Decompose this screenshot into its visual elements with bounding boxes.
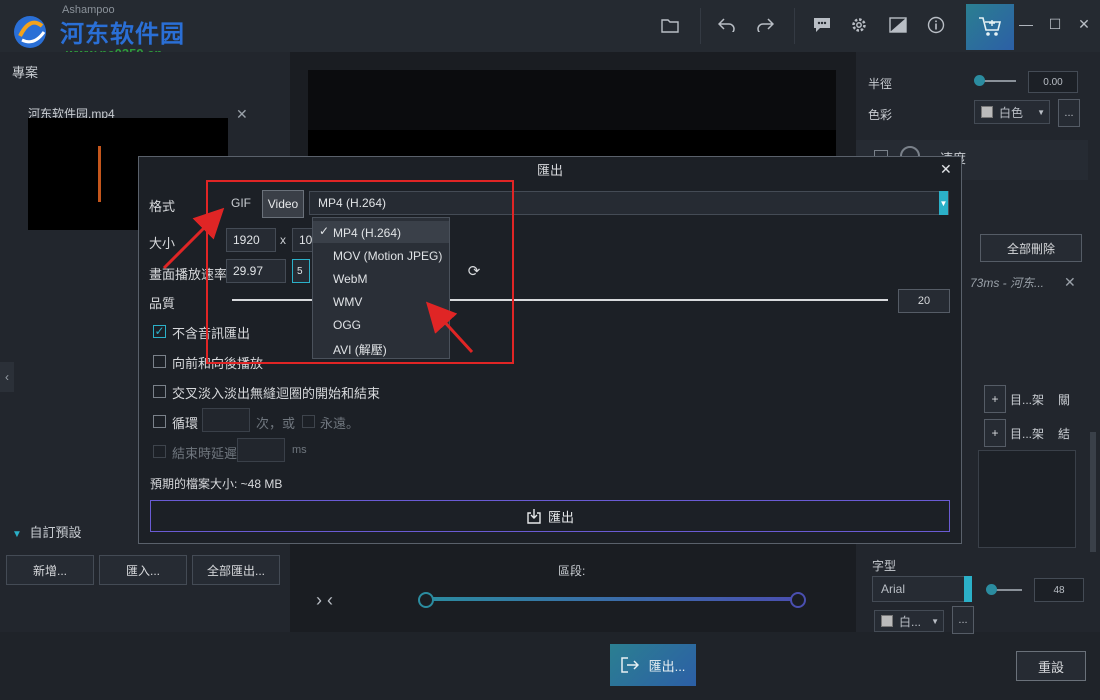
new-preset-button[interactable]: 新增...: [6, 555, 94, 585]
color-more-button[interactable]: ...: [1058, 99, 1080, 127]
clip-close-icon[interactable]: ✕: [236, 106, 248, 123]
export-button-label: 匯出: [547, 509, 574, 525]
annotation-highlight-box: [206, 180, 514, 364]
cart-icon[interactable]: [966, 4, 1014, 50]
radius-label: 半徑: [868, 77, 893, 91]
export-all-presets-button[interactable]: 全部匯出...: [192, 555, 280, 585]
forever-checkbox[interactable]: [302, 415, 315, 428]
toolbar-divider: [794, 8, 795, 44]
info-icon[interactable]: [923, 12, 949, 38]
main-export-button[interactable]: 匯出...: [610, 644, 696, 686]
radius-slider-knob[interactable]: [974, 75, 985, 86]
color-value: 白色: [999, 105, 1024, 120]
app-logo-icon: [14, 16, 46, 48]
loop-count-input[interactable]: [202, 408, 250, 432]
redo-icon[interactable]: [752, 12, 778, 38]
text-input-area[interactable]: [978, 450, 1076, 548]
export-icon: [620, 657, 639, 673]
checkmark-icon: ✓: [154, 324, 165, 338]
forward-backward-checkbox[interactable]: [153, 355, 166, 368]
project-label: 專案: [12, 65, 39, 80]
brand-watermark: 河东软件园: [60, 21, 185, 48]
quality-label: 品質: [149, 296, 176, 311]
folder-icon[interactable]: [657, 12, 683, 38]
font-select[interactable]: Arial: [872, 576, 972, 602]
font-label: 字型: [872, 559, 897, 573]
clip-info-close-icon[interactable]: ✕: [1064, 274, 1076, 291]
no-audio-checkbox[interactable]: ✓: [153, 325, 166, 338]
end-delay-input[interactable]: [237, 438, 285, 462]
format-label: 格式: [149, 199, 176, 214]
add-button[interactable]: +: [984, 419, 1006, 447]
chevron-down-icon: ▼: [931, 616, 939, 626]
font-color-select[interactable]: 白... ▼: [874, 610, 944, 632]
dialog-title: 匯出: [536, 162, 563, 178]
crossfade-checkbox[interactable]: [153, 385, 166, 398]
export-button[interactable]: 匯出: [150, 500, 950, 532]
gear-icon[interactable]: [846, 12, 872, 38]
export-icon: [527, 509, 541, 524]
custom-preset-label: 自訂預設: [29, 525, 82, 540]
ms-label: ms: [292, 444, 307, 456]
segment-end-handle[interactable]: [790, 592, 806, 608]
crossfade-label: 交叉淡入淡出無縫迴圈的開始和結束: [172, 386, 381, 401]
font-color-more-button[interactable]: ...: [952, 606, 974, 634]
scrollbar[interactable]: [1090, 432, 1096, 552]
color-swatch: [981, 106, 993, 118]
import-preset-button[interactable]: 匯入...: [99, 555, 187, 585]
chevron-down-icon[interactable]: [964, 576, 972, 602]
chevron-down-icon: ▼: [12, 529, 22, 540]
quality-value[interactable]: 20: [898, 289, 950, 313]
main-export-label: 匯出...: [648, 658, 686, 674]
custom-preset-header[interactable]: ▼ 自訂預設: [12, 522, 82, 541]
end-delay-label: 結束時延遲: [172, 446, 238, 461]
font-size-value[interactable]: 48: [1034, 578, 1084, 602]
forever-label: 永遠。: [320, 416, 360, 431]
feedback-icon[interactable]: [809, 12, 835, 38]
toolbar-divider: [700, 8, 701, 44]
segment-label: 區段:: [558, 564, 586, 578]
font-size-slider-knob[interactable]: [986, 584, 997, 595]
frame-link[interactable]: 目...架: [1010, 391, 1044, 408]
radius-value[interactable]: 0.00: [1028, 71, 1078, 93]
bottom-bar: [0, 632, 1100, 700]
font-color-value: 白...: [899, 614, 922, 629]
size-label: 大小: [149, 236, 176, 251]
frame-link-extra[interactable]: 結: [1058, 425, 1070, 442]
delete-all-button[interactable]: 全部刪除: [980, 234, 1082, 262]
estimated-file-size: 預期的檔案大小: ~48 MB: [150, 477, 283, 491]
color-swatch: [881, 615, 893, 627]
segment-start-handle[interactable]: [418, 592, 434, 608]
add-button[interactable]: +: [984, 385, 1006, 413]
minimize-icon[interactable]: —: [1016, 14, 1036, 34]
reset-button[interactable]: 重設: [1016, 651, 1086, 681]
clip-info-text: 73ms - 河东...: [970, 276, 1045, 290]
collapse-left-icon[interactable]: ‹: [0, 362, 14, 392]
color-select[interactable]: 白色 ▼: [974, 100, 1050, 124]
chevron-down-icon: ▼: [1037, 107, 1045, 117]
frame-link-extra[interactable]: 關: [1058, 391, 1070, 408]
loop-checkbox[interactable]: [153, 415, 166, 428]
frame-link[interactable]: 目...架: [1010, 425, 1044, 442]
loop-times-label: 次，或: [256, 416, 296, 431]
chevron-down-icon[interactable]: ▼: [939, 191, 948, 215]
end-delay-checkbox[interactable]: [153, 445, 166, 458]
loop-label: 循環: [172, 416, 199, 431]
close-icon[interactable]: ✕: [1074, 14, 1094, 34]
maximize-icon[interactable]: ☐: [1045, 14, 1065, 34]
clip-thumbnail-content: [98, 146, 101, 202]
segment-timeline[interactable]: [424, 597, 798, 601]
theme-icon[interactable]: [885, 12, 911, 38]
undo-icon[interactable]: [714, 12, 740, 38]
timeline-nav-arrows[interactable]: › ‹: [316, 590, 333, 611]
dialog-close-icon[interactable]: ✕: [940, 161, 952, 178]
color-label: 色彩: [868, 108, 893, 122]
